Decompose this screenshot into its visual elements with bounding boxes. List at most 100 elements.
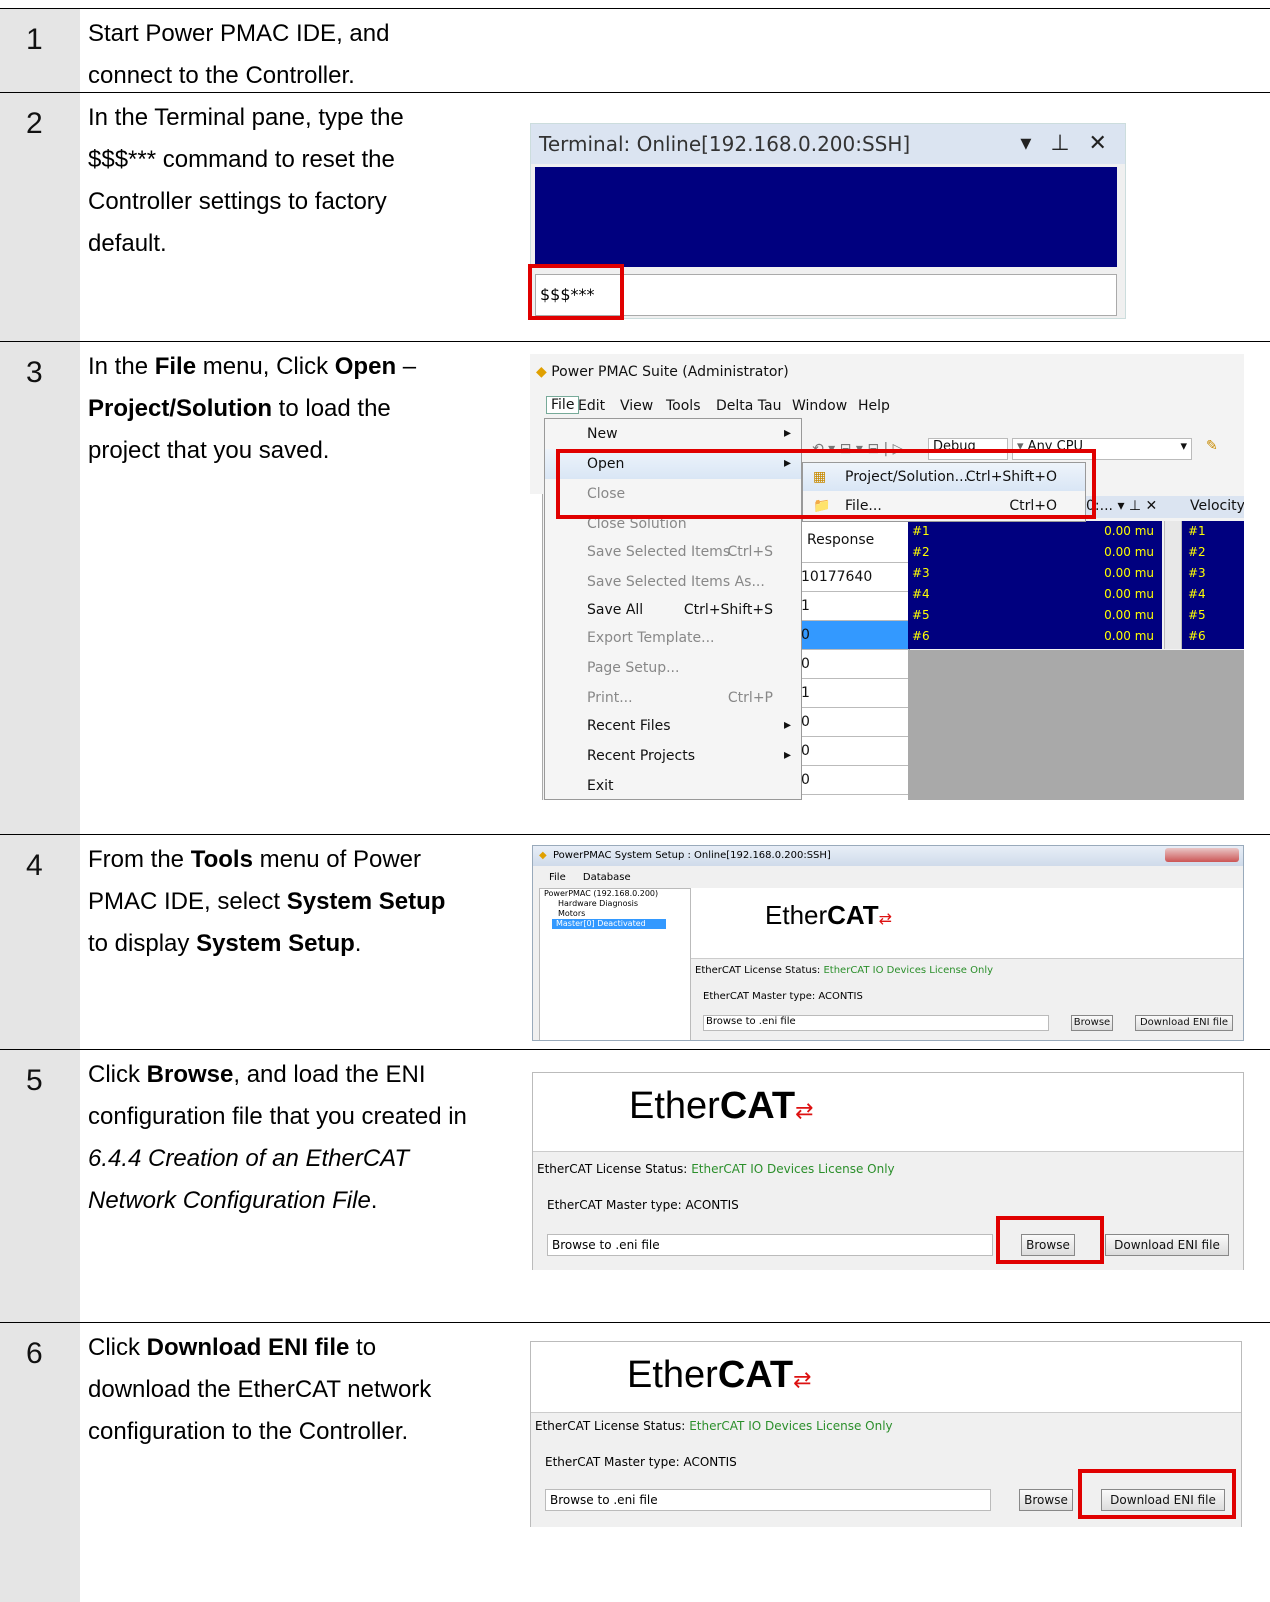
- step-number-cell: 5: [0, 1050, 80, 1322]
- tree-item[interactable]: Motors: [540, 909, 690, 919]
- step-number-cell: 1: [0, 9, 80, 92]
- file-menu-item-new[interactable]: New ▸: [545, 419, 801, 449]
- tree-item[interactable]: Hardware Diagnosis: [540, 899, 690, 909]
- velocity-row: #1: [1188, 524, 1206, 538]
- browse-button[interactable]: Browse: [1071, 1015, 1113, 1031]
- setup-tree: PowerPMAC (192.168.0.200) Hardware Diagn…: [539, 888, 691, 1040]
- velocity-grid: #1 #2 #3 #4 #5 #6: [1182, 521, 1244, 649]
- response-column: Response 1017764010010000: [800, 522, 910, 800]
- response-cell: 0: [801, 620, 909, 649]
- step-text: Start Power PMAC IDE, and connect to the …: [88, 20, 390, 89]
- step-number-cell: 6: [0, 1323, 80, 1602]
- file-menu-item-export-template[interactable]: Export Template...: [545, 623, 801, 653]
- menu-window[interactable]: Window: [792, 398, 847, 414]
- position-row: #2 0.00 mu: [912, 545, 1154, 559]
- highlight-box: [528, 264, 624, 320]
- setup-titlebar: ◆ PowerPMAC System Setup : Online[192.16…: [533, 846, 1243, 866]
- file-menu-item-save-all[interactable]: Save All Ctrl+Shift+S: [545, 595, 801, 623]
- highlight-box: [1078, 1469, 1236, 1519]
- download-eni-button[interactable]: Download ENI file: [1105, 1234, 1229, 1256]
- empty-area: [908, 650, 1244, 800]
- step-number: 5: [26, 1064, 43, 1097]
- eni-file-input[interactable]: Browse to .eni file: [703, 1015, 1049, 1031]
- ide-menu-screenshot: ◆ Power PMAC Suite (Administrator) File E…: [530, 354, 1244, 800]
- velocity-row: #6: [1188, 629, 1206, 643]
- folder-icon[interactable]: ✎: [1206, 438, 1218, 454]
- system-setup-screenshot: ◆ PowerPMAC System Setup : Online[192.16…: [532, 845, 1244, 1041]
- master-type: EtherCAT Master type: ACONTIS: [547, 1198, 739, 1212]
- position-pane-title: 0:... ▾ ⊥ ✕: [1086, 498, 1158, 514]
- response-cell: 0: [801, 765, 909, 794]
- response-cell: 0: [801, 649, 909, 678]
- file-menu-item-exit[interactable]: Exit: [545, 771, 801, 800]
- step-text: In the Terminal pane, type the $$$*** com…: [88, 104, 404, 257]
- step-row-4: 4 From the Tools menu of Power PMAC IDE, …: [0, 834, 1270, 1049]
- license-label: EtherCAT License Status:: [537, 1162, 688, 1176]
- response-cell: 1: [801, 678, 909, 707]
- menu-file[interactable]: File: [549, 872, 566, 883]
- response-cell: 0: [801, 794, 909, 800]
- step-number: 6: [26, 1337, 43, 1370]
- menu-help[interactable]: Help: [858, 398, 890, 414]
- setup-title: PowerPMAC System Setup : Online[192.168.…: [553, 850, 831, 861]
- menu-edit[interactable]: Edit: [578, 398, 605, 414]
- velocity-row: #4: [1188, 587, 1206, 601]
- velocity-row: #2: [1188, 545, 1206, 559]
- menu-database[interactable]: Database: [583, 872, 631, 883]
- step-number: 4: [26, 849, 43, 882]
- side-strip: [530, 494, 543, 800]
- step-text: Click Download ENI file to download the E…: [88, 1334, 432, 1445]
- step-number-cell: 2: [0, 93, 80, 341]
- tree-item[interactable]: PowerPMAC (192.168.0.200): [540, 889, 690, 899]
- ethercat-browse-screenshot: EtherCAT⇄ EtherCAT License Status: Ether…: [532, 1072, 1244, 1270]
- terminal-window-controls[interactable]: ▾ ⊥ ✕: [1020, 124, 1113, 164]
- license-value: EtherCAT IO Devices License Only: [689, 1419, 893, 1433]
- response-cell: 1: [801, 591, 909, 620]
- file-menu-item-page-setup[interactable]: Page Setup...: [545, 653, 801, 683]
- window-buttons[interactable]: [1165, 848, 1239, 862]
- response-cell: 0: [801, 707, 909, 736]
- response-cell: 0: [801, 736, 909, 765]
- position-row: #5 0.00 mu: [912, 608, 1154, 622]
- file-menu-item-save-selected-items[interactable]: Save Selected Items Ctrl+S: [545, 537, 801, 567]
- browse-button[interactable]: Browse: [1019, 1489, 1073, 1511]
- menu-delta-tau[interactable]: Delta Tau: [716, 398, 782, 414]
- menu-file[interactable]: File: [546, 396, 580, 414]
- ethercat-logo: EtherCAT⇄: [629, 1085, 814, 1127]
- step-number: 1: [26, 23, 43, 56]
- license-value: EtherCAT IO Devices License Only: [823, 965, 994, 976]
- file-menu-item-recent-files[interactable]: Recent Files ▸: [545, 711, 801, 741]
- response-header: Response: [807, 532, 875, 548]
- download-eni-button[interactable]: Download ENI file: [1135, 1015, 1233, 1031]
- step-row-2: 2 In the Terminal pane, type the $$$*** c…: [0, 92, 1270, 341]
- eni-file-input[interactable]: Browse to .eni file: [547, 1234, 993, 1256]
- tree-item-selected[interactable]: Master[0] Deactivated: [552, 919, 666, 929]
- file-menu-item-recent-projects[interactable]: Recent Projects ▸: [545, 741, 801, 771]
- step-row-3: 3 In the File menu, Click Open – Project/…: [0, 341, 1270, 834]
- step-number-cell: 3: [0, 342, 80, 834]
- step-number: 2: [26, 107, 43, 140]
- step-row-6: 6 Click Download ENI file to download the…: [0, 1322, 1270, 1602]
- step-text: Click Browse, and load the ENI configurat…: [88, 1061, 467, 1214]
- master-type: EtherCAT Master type: ACONTIS: [703, 991, 863, 1002]
- menu-view[interactable]: View: [620, 398, 653, 414]
- velocity-label: Velocity:: [1190, 498, 1244, 514]
- step-text: In the File menu, Click Open – Project/So…: [88, 353, 417, 464]
- position-grid: #1 0.00 mu #2 0.00 mu #3 0.00 mu #4 0.00 mu #5 0.…: [908, 521, 1162, 649]
- ethercat-logo: EtherCAT⇄: [765, 900, 893, 930]
- position-row: #3 0.00 mu: [912, 566, 1154, 580]
- master-type: EtherCAT Master type: ACONTIS: [545, 1455, 737, 1469]
- file-menu-item-print[interactable]: Print... Ctrl+P: [545, 683, 801, 711]
- step-row-5: 5 Click Browse, and load the ENI configur…: [0, 1049, 1270, 1322]
- menu-tools[interactable]: Tools: [666, 398, 701, 414]
- file-menu-item-save-selected-items-as[interactable]: Save Selected Items As...: [545, 567, 801, 595]
- highlight-box: [996, 1216, 1104, 1264]
- license-label: EtherCAT License Status:: [695, 965, 821, 976]
- license-label: EtherCAT License Status:: [535, 1419, 686, 1433]
- response-cell: 10177640: [801, 562, 909, 591]
- scrollbar[interactable]: [1164, 521, 1182, 649]
- ethercat-panel: EtherCAT⇄ EtherCAT License Status: Ether…: [691, 888, 1243, 1040]
- eni-file-input[interactable]: Browse to .eni file: [545, 1489, 991, 1511]
- license-section: EtherCAT License Status: EtherCAT IO Dev…: [533, 1151, 1243, 1270]
- app-title: ◆ Power PMAC Suite (Administrator): [536, 364, 789, 380]
